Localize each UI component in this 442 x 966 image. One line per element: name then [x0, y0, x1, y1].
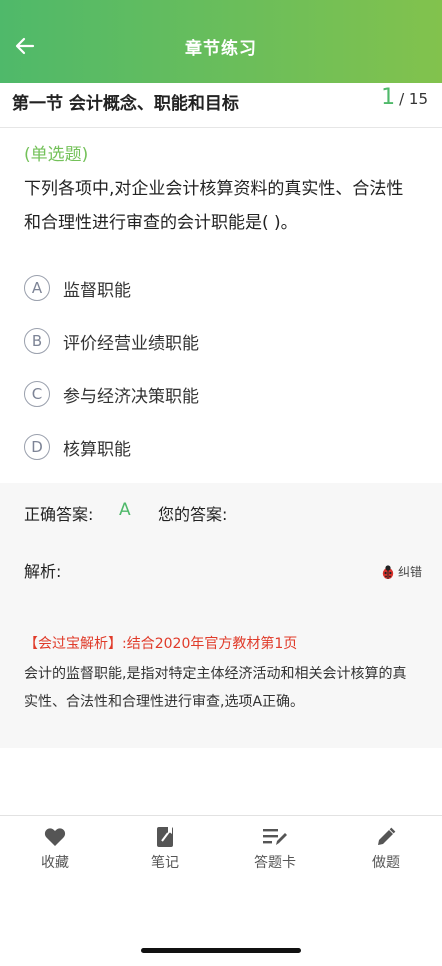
home-indicator[interactable] — [141, 948, 301, 953]
option-letter: D — [24, 434, 50, 460]
tab-favorite[interactable]: 收藏 — [15, 824, 95, 872]
option-text: 评价经营业绩职能 — [63, 333, 199, 354]
analysis-text: 会计的监督职能,是指对特定主体经济活动和相关会计核算的真实性、合法性和合理性进行… — [24, 666, 407, 710]
tab-label: 笔记 — [151, 855, 179, 871]
page-title: 章节练习 — [185, 39, 257, 59]
chapter-title: 第一节 会计概念、职能和目标 — [12, 94, 239, 114]
report-error-label: 纠错 — [397, 565, 422, 579]
tab-answer-card[interactable]: 答题卡 — [235, 824, 315, 872]
heart-icon — [44, 828, 66, 846]
tab-notes[interactable]: 笔记 — [125, 824, 205, 872]
bottom-toolbar: 收藏 笔记 答题卡 做题 — [0, 815, 442, 966]
answer-card-icon — [263, 829, 287, 845]
app-header: 章节练习 — [0, 0, 442, 83]
page-indicator: 1 / 15 — [381, 85, 428, 110]
option-list: A 监督职能 B 评价经营业绩职能 C 参与经济决策职能 D 核算职能 — [24, 270, 424, 482]
option-text: 监督职能 — [63, 280, 131, 301]
pencil-icon — [378, 827, 396, 845]
current-question-number: 1 — [381, 85, 396, 110]
option-letter: C — [24, 381, 50, 407]
correct-answer-value: A — [119, 500, 131, 520]
tab-label: 做题 — [372, 855, 400, 871]
option-a[interactable]: A 监督职能 — [24, 270, 424, 306]
option-d[interactable]: D 核算职能 — [24, 429, 424, 465]
report-error-button[interactable]: 纠错 — [380, 563, 422, 580]
correct-answer-label: 正确答案: — [24, 505, 94, 524]
question-text: 下列各项中,对企业会计核算资料的真实性、合法性和合理性进行审查的会计职能是( )… — [24, 179, 404, 233]
your-answer-label: 您的答案: — [158, 505, 228, 524]
option-text: 参与经济决策职能 — [63, 386, 199, 407]
tab-label: 答题卡 — [254, 855, 296, 871]
option-letter: B — [24, 328, 50, 354]
bug-icon — [382, 564, 394, 579]
option-c[interactable]: C 参与经济决策职能 — [24, 376, 424, 412]
analysis-source: 【会过宝解析】:结合2020年官方教材第1页 — [24, 636, 298, 652]
tab-practice[interactable]: 做题 — [346, 824, 426, 872]
chapter-bar: 第一节 会计概念、职能和目标 1 / 15 — [0, 83, 442, 128]
option-text: 核算职能 — [63, 439, 131, 460]
option-b[interactable]: B 评价经营业绩职能 — [24, 323, 424, 359]
note-icon — [157, 827, 173, 847]
question-type: (单选题) — [24, 145, 89, 165]
analysis-label: 解析: — [24, 562, 62, 581]
tab-label: 收藏 — [41, 855, 69, 871]
total-questions: / 15 — [399, 90, 428, 108]
option-letter: A — [24, 275, 50, 301]
answer-panel: 正确答案: A 您的答案: 解析: 纠错 【会过宝解析】:结合2020年官方教材… — [0, 483, 442, 748]
